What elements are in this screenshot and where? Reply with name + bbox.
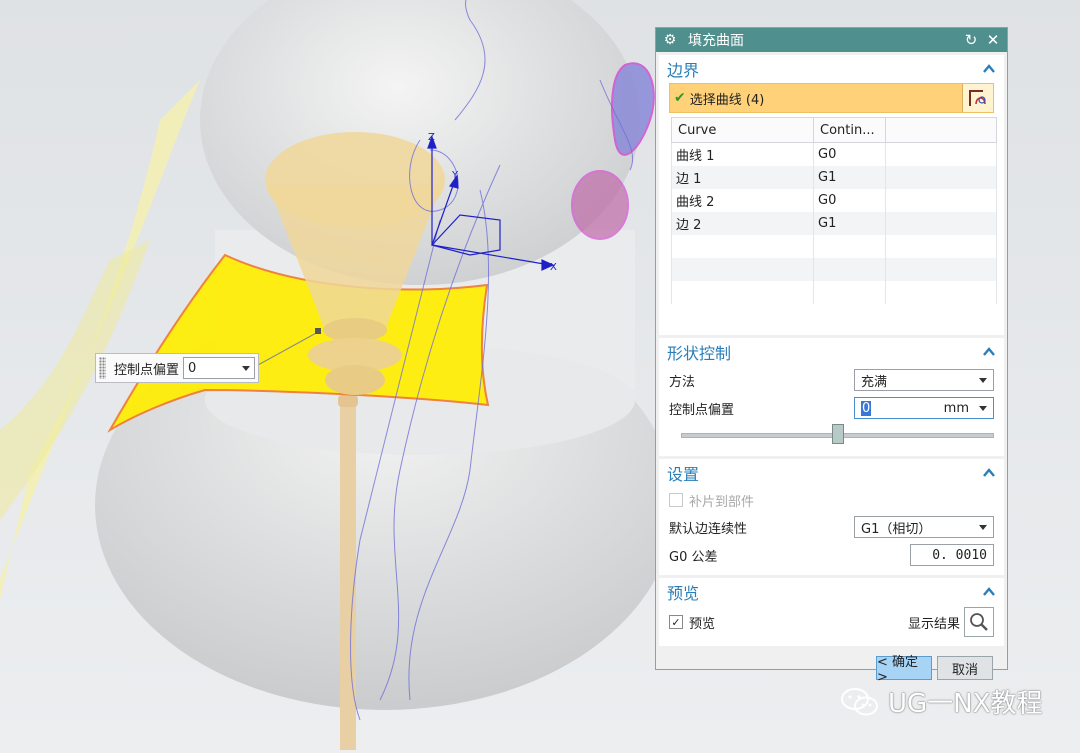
empty-row <box>671 281 997 304</box>
axis-z-label: Z <box>428 132 435 143</box>
axis-y-label: Y <box>451 170 459 181</box>
preview-group-header[interactable]: 预览 <box>659 578 1004 606</box>
continuity-value: G1（相切） <box>861 521 932 537</box>
axis-x-label: X <box>550 262 557 273</box>
settings-group: 设置 补片到部件 默认边连续性 G1（相切） G0 公差 0. 0010 <box>659 459 1004 575</box>
continuity-dropdown[interactable]: G1（相切） <box>854 516 994 538</box>
row-curve-name: 曲线 1 <box>671 142 814 166</box>
shape-group-header[interactable]: 形状控制 <box>659 338 1004 366</box>
column-header-empty <box>885 117 997 143</box>
fill-surface-dialog: ⚙ 填充曲面 ↻ ✕ 边界 ✔ 选择曲线 (4) Curve Contin...… <box>655 27 1008 685</box>
method-label: 方法 <box>669 374 696 390</box>
continuity-label: 默认边连续性 <box>669 521 748 537</box>
shape-group-title: 形状控制 <box>667 344 732 363</box>
floating-offset-control[interactable]: 控制点偏置 0 <box>95 353 259 383</box>
patch-to-part-checkbox[interactable] <box>669 493 683 507</box>
magnifier-icon <box>970 613 988 631</box>
chevron-down-icon <box>242 365 251 371</box>
ok-button[interactable]: < 确定 > <box>876 655 932 685</box>
close-icon[interactable]: ✕ <box>985 31 1001 49</box>
offset-label: 控制点偏置 <box>669 402 735 418</box>
select-curve-label: 选择曲线 (4) <box>689 92 765 108</box>
collapse-icon[interactable] <box>982 466 996 480</box>
dialog-title: 填充曲面 <box>688 33 744 49</box>
offset-slider[interactable] <box>681 424 994 444</box>
offset-unit: mm <box>943 400 969 416</box>
offset-value: 0 <box>861 400 872 416</box>
show-result-label: 显示结果 <box>907 616 960 632</box>
table-row[interactable]: 边 1 G1 <box>671 166 997 189</box>
watermark-text: UG一NX教程 <box>888 689 1043 719</box>
show-result-button[interactable] <box>964 607 994 637</box>
row-curve-name: 曲线 2 <box>671 189 814 212</box>
g0-tolerance-input[interactable]: 0. 0010 <box>910 544 994 566</box>
dialog-title-bar[interactable]: ⚙ 填充曲面 ↻ ✕ <box>656 28 1007 52</box>
settings-group-header[interactable]: 设置 <box>659 459 1004 487</box>
offset-input[interactable]: 0 mm <box>854 397 994 419</box>
g0-tolerance-value: 0. 0010 <box>932 547 987 563</box>
boundary-group-title: 边界 <box>667 61 700 80</box>
boundary-group: 边界 ✔ 选择曲线 (4) Curve Contin... 曲线 1 G0 边 … <box>659 55 1004 335</box>
chevron-down-icon <box>979 524 987 530</box>
patch-to-part-label: 补片到部件 <box>689 494 755 510</box>
row-continuity: G1 <box>813 212 886 235</box>
floating-offset-value: 0 <box>188 360 197 376</box>
preview-checkbox[interactable]: ✓ <box>669 615 683 629</box>
method-value: 充满 <box>861 374 888 390</box>
collapse-icon[interactable] <box>982 345 996 359</box>
shape-control-group: 形状控制 方法 充满 控制点偏置 0 mm <box>659 338 1004 456</box>
empty-row <box>671 235 997 258</box>
slider-thumb[interactable] <box>832 424 844 444</box>
preview-group-title: 预览 <box>667 584 700 603</box>
row-continuity: G0 <box>813 189 886 212</box>
chevron-down-icon <box>979 377 987 383</box>
collapse-icon[interactable] <box>982 585 996 599</box>
boundary-list: Curve Contin... 曲线 1 G0 边 1 G1 曲线 2 G0 边… <box>671 117 997 304</box>
row-continuity: G1 <box>813 166 886 189</box>
method-dropdown[interactable]: 充满 <box>854 369 994 391</box>
collapse-icon[interactable] <box>982 62 996 76</box>
select-curve-row[interactable]: ✔ 选择曲线 (4) <box>669 83 994 113</box>
cancel-button[interactable]: 取消 <box>937 656 993 680</box>
column-header-curve[interactable]: Curve <box>671 117 814 143</box>
curve-rule-icon <box>969 90 986 106</box>
table-row[interactable]: 曲线 2 G0 <box>671 189 997 212</box>
table-row[interactable]: 边 2 G1 <box>671 212 997 235</box>
drag-grip-icon[interactable] <box>99 357 106 379</box>
watermark: UG一NX教程 <box>840 683 1042 720</box>
table-row[interactable]: 曲线 1 G0 <box>671 142 997 166</box>
empty-row <box>671 258 997 281</box>
column-header-continuity[interactable]: Contin... <box>813 117 886 143</box>
checkmark-icon: ✔ <box>674 90 686 106</box>
gear-icon[interactable]: ⚙ <box>662 32 678 48</box>
g0-tolerance-label: G0 公差 <box>669 549 718 565</box>
chevron-down-icon[interactable] <box>979 405 987 411</box>
row-curve-name: 边 2 <box>671 212 814 235</box>
preview-label: 预览 <box>689 616 716 632</box>
wechat-icon <box>841 687 878 715</box>
boundary-group-header[interactable]: 边界 <box>659 55 1004 83</box>
curve-select-button[interactable] <box>962 84 993 112</box>
settings-group-title: 设置 <box>667 465 700 484</box>
preview-group: 预览 ✓ 预览 显示结果 <box>659 578 1004 646</box>
row-continuity: G0 <box>813 142 886 166</box>
row-curve-name: 边 1 <box>671 166 814 189</box>
floating-offset-label: 控制点偏置 <box>114 362 180 378</box>
reset-icon[interactable]: ↻ <box>963 31 979 49</box>
floating-offset-select[interactable]: 0 <box>183 357 256 379</box>
